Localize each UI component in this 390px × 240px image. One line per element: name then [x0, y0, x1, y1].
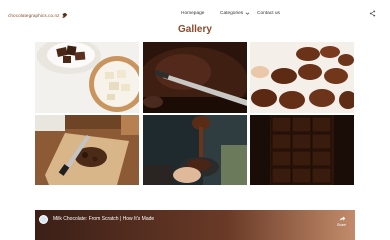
gallery-image-4[interactable] — [35, 115, 139, 185]
gallery-image-6[interactable] — [250, 115, 354, 185]
gallery-image-5[interactable] — [143, 115, 247, 185]
nav-contact[interactable]: Contact us — [257, 11, 280, 16]
chocolate-drizzle-image — [143, 115, 247, 185]
chopped-chocolate-image — [35, 115, 139, 185]
video-embed[interactable]: Milk Chocolate: From Scratch | How It's … — [35, 210, 355, 240]
chocolate-cups-image — [250, 42, 354, 113]
share-icon[interactable] — [369, 10, 376, 17]
gallery-title: Gallery — [178, 24, 212, 35]
video-title[interactable]: Milk Chocolate: From Scratch | How It's … — [53, 216, 154, 222]
nav-homepage[interactable]: Homepage — [181, 11, 204, 16]
gallery-image-3[interactable] — [250, 42, 354, 113]
nav-categories-label: Categories — [220, 11, 244, 16]
gallery-image-2[interactable] — [143, 42, 247, 113]
chocolate-brownie-image — [143, 42, 247, 113]
chocolate-bar-image — [250, 115, 354, 185]
main-nav: Homepage Categories Contact us — [0, 11, 390, 19]
nav-categories[interactable]: Categories — [220, 11, 250, 16]
video-share-label[interactable]: Share — [337, 223, 346, 227]
share-arrow-icon[interactable] — [339, 215, 346, 222]
chocolate-pieces-image — [35, 42, 139, 113]
chevron-down-icon — [245, 12, 250, 15]
gallery-image-1[interactable] — [35, 42, 139, 113]
channel-avatar[interactable] — [39, 215, 48, 224]
